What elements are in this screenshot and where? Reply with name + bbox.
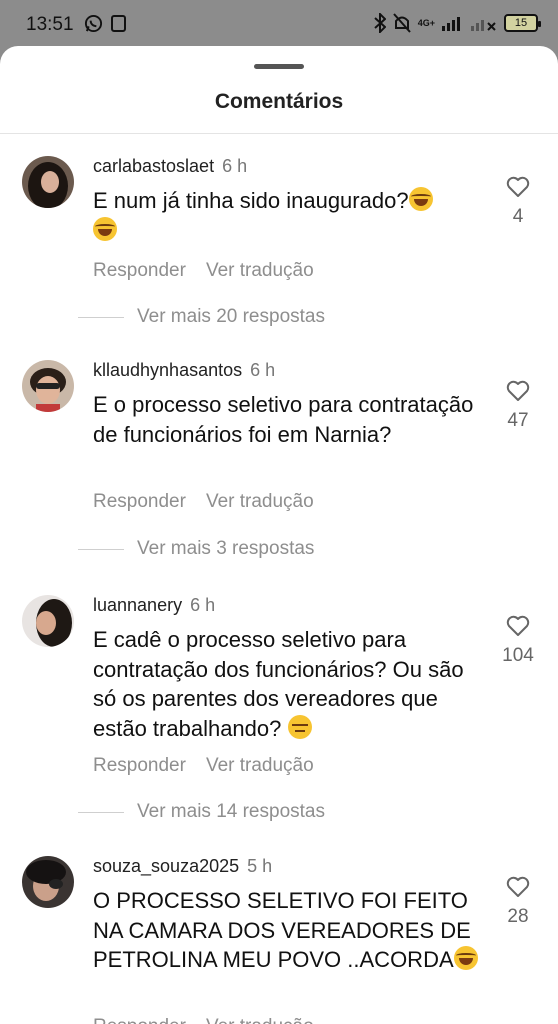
mute-icon (392, 13, 411, 33)
view-replies-button[interactable]: Ver mais 14 respostas (78, 801, 325, 823)
view-replies-label: Ver mais 20 respostas (137, 306, 325, 327)
like-count: 4 (512, 206, 524, 227)
reply-button[interactable]: Responder (93, 1016, 186, 1024)
avatar[interactable] (22, 856, 74, 908)
battery-icon: 15 (504, 14, 541, 32)
avatar[interactable] (22, 360, 74, 412)
like-button[interactable]: 104 (500, 615, 536, 667)
signal-icon (442, 17, 460, 31)
comment-text: E num já tinha sido inaugurado? (93, 188, 409, 213)
laughing-emoji-icon (408, 187, 433, 211)
comment-username[interactable]: luannanery (93, 595, 182, 615)
comment-time: 5 h (247, 856, 273, 876)
heart-icon (506, 380, 530, 401)
divider (0, 133, 558, 134)
status-time: 13:51 (26, 14, 74, 35)
comment-time: 6 h (222, 156, 248, 176)
heart-icon (506, 615, 530, 636)
view-replies-button[interactable]: Ver mais 3 respostas (78, 538, 314, 560)
like-button[interactable]: 28 (500, 876, 536, 928)
avatar[interactable] (22, 156, 74, 208)
comment-username[interactable]: kllaudhynhasantos (93, 360, 242, 380)
reply-button[interactable]: Responder (93, 491, 186, 512)
comment-username[interactable]: carlabastoslaet (93, 156, 214, 176)
divider-line (78, 811, 124, 813)
whatsapp-icon (84, 14, 103, 33)
divider-line (78, 548, 124, 550)
heart-icon (506, 876, 530, 897)
translate-button[interactable]: Ver tradução (206, 755, 314, 776)
comment-text: E cadê o processo seletivo para contrata… (93, 627, 464, 741)
translate-button[interactable]: Ver tradução (206, 1016, 314, 1024)
translate-button[interactable]: Ver tradução (206, 260, 314, 281)
reply-button[interactable]: Responder (93, 755, 186, 776)
comments-sheet: Comentários carlabastoslaet 6 h E num já … (0, 46, 558, 1024)
reply-button[interactable]: Responder (93, 260, 186, 281)
bluetooth-icon (374, 13, 386, 33)
like-count: 104 (502, 645, 534, 666)
laughing-emoji-icon (453, 946, 478, 970)
view-replies-button[interactable]: Ver mais 20 respostas (78, 306, 325, 328)
view-replies-label: Ver mais 3 respostas (137, 538, 315, 559)
notification-icon (111, 15, 126, 32)
view-replies-label: Ver mais 14 respostas (137, 801, 325, 822)
drag-handle[interactable] (254, 64, 304, 69)
comment-time: 6 h (190, 595, 216, 615)
divider-line (78, 316, 124, 318)
comment-username[interactable]: souza_souza2025 (93, 856, 239, 876)
heart-icon (506, 176, 530, 197)
avatar[interactable] (22, 595, 74, 647)
status-bar: 13:51 4G+ 15 (0, 0, 558, 50)
wifi-off-icon (471, 20, 496, 31)
like-count: 28 (507, 906, 529, 927)
translate-button[interactable]: Ver tradução (206, 491, 314, 512)
laughing-emoji-icon (93, 216, 117, 241)
unamused-emoji-icon (287, 714, 312, 739)
sheet-title: Comentários (214, 90, 344, 113)
comment-text: O PROCESSO SELETIVO FOI FEITO NA CAMARA … (93, 888, 471, 972)
like-count: 47 (507, 410, 529, 431)
like-button[interactable]: 4 (500, 176, 536, 228)
comment-time: 6 h (250, 360, 276, 380)
comment-text: E o processo seletivo para contratação d… (93, 392, 474, 447)
network-type: 4G+ (417, 17, 435, 28)
like-button[interactable]: 47 (500, 380, 536, 432)
